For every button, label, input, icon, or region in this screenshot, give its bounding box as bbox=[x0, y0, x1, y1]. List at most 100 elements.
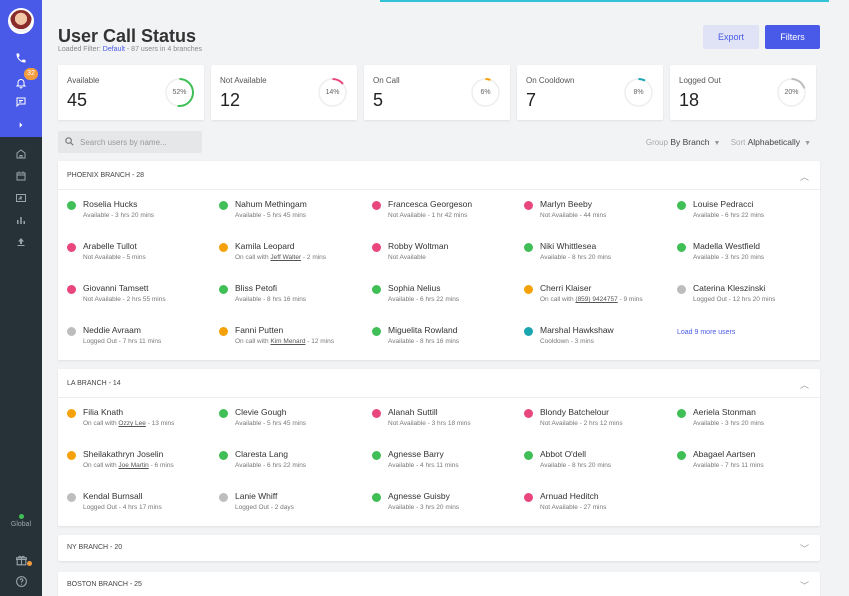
branch-title[interactable]: PHOENIX BRANCH - 28 bbox=[67, 172, 144, 179]
status-dot bbox=[219, 285, 228, 294]
sort-caret-icon[interactable]: ▼ bbox=[804, 140, 811, 147]
stat-card-2[interactable]: On Call 5 6% bbox=[364, 65, 510, 120]
stat-card-4[interactable]: Logged Out 18 20% bbox=[670, 65, 816, 120]
user-item[interactable]: Bliss Petofi Available - 8 hrs 16 mins bbox=[219, 283, 369, 305]
user-name: Caterina Kleszinski bbox=[693, 283, 766, 293]
user-item[interactable]: Nahum Methingam Available - 5 hrs 45 mins bbox=[219, 199, 369, 221]
branch-title[interactable]: NY BRANCH - 20 bbox=[67, 544, 122, 551]
call-contact-link[interactable]: (859) 9424757 bbox=[575, 296, 617, 303]
user-item[interactable]: Abbot O'dell Available - 8 hrs 20 mins bbox=[524, 449, 674, 471]
user-item[interactable]: Francesca Georgeson Not Available - 1 hr … bbox=[372, 199, 522, 221]
user-item[interactable]: Giovanni Tamsett Not Available - 2 hrs 55… bbox=[67, 283, 217, 305]
global-label[interactable]: Global bbox=[0, 521, 42, 528]
calendar-icon[interactable] bbox=[0, 165, 42, 187]
user-item[interactable]: Filia Knath On call with Ozzy Lee - 13 mi… bbox=[67, 407, 217, 429]
upload-icon[interactable] bbox=[0, 231, 42, 253]
branch-title[interactable]: BOSTON BRANCH - 25 bbox=[67, 581, 142, 588]
user-item[interactable]: Kamila Leopard On call with Jeff Walter -… bbox=[219, 241, 369, 263]
user-status-text: On call with Jeff Walter - 2 mins bbox=[235, 254, 326, 261]
group-label: Group bbox=[645, 138, 669, 147]
user-status-text: Available - 8 hrs 16 mins bbox=[235, 296, 306, 303]
user-item[interactable]: Arabelle Tullot Not Available - 5 mins bbox=[67, 241, 217, 263]
help-icon[interactable] bbox=[0, 570, 42, 592]
stat-progress-ring: 6% bbox=[470, 77, 501, 108]
status-prefix: Available - 8 hrs 16 mins bbox=[235, 296, 307, 303]
stat-card-0[interactable]: Available 45 52% bbox=[58, 65, 204, 120]
user-item[interactable]: Kendal Burnsall Logged Out - 4 hrs 17 min… bbox=[67, 491, 217, 513]
user-status-text: Not Available bbox=[388, 254, 426, 261]
status-dot bbox=[67, 327, 76, 336]
user-item[interactable]: Madella Westfield Available - 3 hrs 20 mi… bbox=[677, 241, 827, 263]
avatar[interactable] bbox=[8, 8, 34, 34]
export-button[interactable]: Export bbox=[703, 25, 759, 49]
status-dot bbox=[219, 409, 228, 418]
user-item[interactable]: Cherri Klaiser On call with (859) 9424757… bbox=[524, 283, 674, 305]
chevron-up-icon[interactable]: ︿ bbox=[800, 378, 809, 391]
status-prefix: Logged Out - 7 hrs 11 mins bbox=[83, 338, 162, 345]
phone-icon[interactable] bbox=[0, 47, 42, 69]
user-item[interactable]: Agnesse Barry Available - 4 hrs 11 mins bbox=[372, 449, 522, 471]
loaded-filter-link[interactable]: Default bbox=[103, 46, 125, 53]
user-item[interactable]: Sophia Nelius Available - 6 hrs 22 mins bbox=[372, 283, 522, 305]
call-contact-link[interactable]: Ozzy Lee bbox=[118, 420, 145, 427]
user-item[interactable]: Abagael Aartsen Available - 7 hrs 11 mins bbox=[677, 449, 827, 471]
stat-card-1[interactable]: Not Available 12 14% bbox=[211, 65, 357, 120]
gift-icon[interactable] bbox=[0, 549, 42, 571]
user-item[interactable]: Aeriela Stonman Available - 3 hrs 20 mins bbox=[677, 407, 827, 429]
stat-card-3[interactable]: On Cooldown 7 8% bbox=[517, 65, 663, 120]
status-dot bbox=[67, 451, 76, 460]
status-suffix: - 13 mins bbox=[145, 420, 175, 427]
user-item[interactable]: Robby Woltman Not Available bbox=[372, 241, 522, 263]
user-item[interactable]: Marlyn Beeby Not Available - 44 mins bbox=[524, 199, 674, 221]
user-item[interactable]: Neddie Avraam Logged Out - 7 hrs 11 mins bbox=[67, 325, 217, 347]
chevron-down-icon[interactable]: ﹀ bbox=[800, 579, 809, 592]
user-status-text: On call with Joe Martin - 6 mins bbox=[83, 462, 174, 469]
stat-value: 18 bbox=[679, 90, 700, 110]
user-item[interactable]: Sheilakathryn Joselin On call with Joe Ma… bbox=[67, 449, 217, 471]
chevron-up-icon[interactable]: ︿ bbox=[800, 170, 809, 183]
status-dot bbox=[524, 201, 533, 210]
sort-select[interactable]: Alphabetically bbox=[748, 137, 800, 147]
call-contact-link[interactable]: Jeff Walter bbox=[270, 254, 301, 261]
user-name: Sheilakathryn Joselin bbox=[83, 449, 164, 459]
status-dot bbox=[372, 201, 381, 210]
user-item[interactable]: Miguelita Rowland Available - 8 hrs 16 mi… bbox=[372, 325, 522, 347]
group-select[interactable]: By Branch bbox=[670, 137, 709, 147]
chevron-right-icon[interactable] bbox=[0, 114, 42, 136]
user-item[interactable]: Clevie Gough Available - 5 hrs 45 mins bbox=[219, 407, 369, 429]
contact-card-icon[interactable] bbox=[0, 187, 42, 209]
search-input[interactable] bbox=[80, 131, 198, 153]
search-icon bbox=[65, 137, 74, 146]
user-item[interactable]: Fanni Putten On call with Kim Menard - 12… bbox=[219, 325, 369, 347]
user-item[interactable]: Niki Whittlesea Available - 8 hrs 20 mins bbox=[524, 241, 674, 263]
status-dot bbox=[524, 285, 533, 294]
chevron-down-icon[interactable]: ﹀ bbox=[800, 542, 809, 555]
user-name: Agnesse Barry bbox=[388, 449, 444, 459]
search-box[interactable] bbox=[58, 131, 202, 153]
stat-label: On Call bbox=[373, 76, 400, 85]
user-item[interactable]: Louise Pedracci Available - 6 hrs 22 mins bbox=[677, 199, 827, 221]
panel-divider bbox=[58, 397, 820, 398]
user-item[interactable]: Arnuad Heditch Not Available - 27 mins bbox=[524, 491, 674, 513]
user-item[interactable]: Roselia Hucks Available - 3 hrs 20 mins bbox=[67, 199, 217, 221]
load-more-link[interactable]: Load 9 more users bbox=[677, 329, 735, 336]
bar-chart-icon[interactable] bbox=[0, 209, 42, 231]
user-status-text: Not Available - 2 hrs 12 mins bbox=[540, 420, 623, 427]
call-contact-link[interactable]: Joe Martin bbox=[118, 462, 148, 469]
filters-button[interactable]: Filters bbox=[765, 25, 820, 49]
status-prefix: Available - 5 hrs 45 mins bbox=[235, 420, 307, 427]
user-name: Arnuad Heditch bbox=[540, 491, 599, 501]
status-dot bbox=[67, 493, 76, 502]
user-item[interactable]: Caterina Kleszinski Logged Out - 12 hrs 2… bbox=[677, 283, 827, 305]
call-contact-link[interactable]: Kim Menard bbox=[270, 338, 305, 345]
user-item[interactable]: Claresta Lang Available - 6 hrs 22 mins bbox=[219, 449, 369, 471]
user-item[interactable]: Alanah Suttill Not Available - 3 hrs 18 m… bbox=[372, 407, 522, 429]
user-item[interactable]: Marshal Hawkshaw Cooldown - 3 mins bbox=[524, 325, 674, 347]
user-item[interactable]: Lanie Whiff Logged Out - 2 days bbox=[219, 491, 369, 513]
home-icon[interactable] bbox=[0, 143, 42, 165]
group-caret-icon[interactable]: ▼ bbox=[714, 140, 721, 147]
user-item[interactable]: Blondy Batchelour Not Available - 2 hrs 1… bbox=[524, 407, 674, 429]
branch-title[interactable]: LA BRANCH - 14 bbox=[67, 380, 121, 387]
chat-icon[interactable] bbox=[0, 91, 42, 113]
user-item[interactable]: Agnesse Guisby Available - 3 hrs 20 mins bbox=[372, 491, 522, 513]
